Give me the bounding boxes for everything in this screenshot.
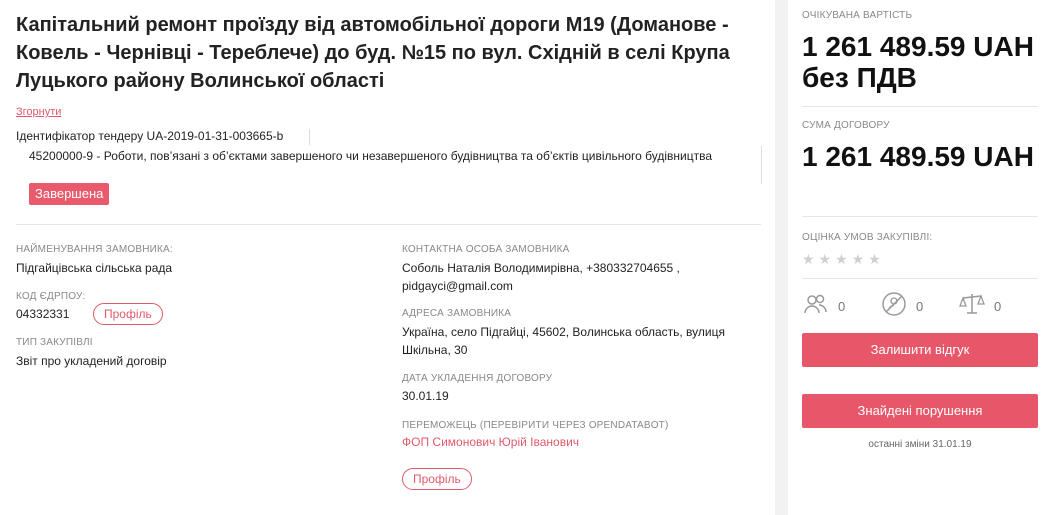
contract-date-value: 30.01.19 bbox=[402, 389, 449, 403]
contact-value: Соболь Наталія Володимирівна, +380332704… bbox=[402, 261, 680, 293]
address-label: АДРЕСА ЗАМОВНИКА bbox=[402, 308, 512, 319]
contract-date-label: ДАТА УКЛАДЕННЯ ДОГОВОРУ bbox=[402, 373, 553, 384]
winner-profile-button[interactable]: Профіль bbox=[402, 468, 472, 490]
collapse-link[interactable]: Згорнути bbox=[16, 106, 61, 118]
rating-stars[interactable]: ★★★★★ bbox=[802, 251, 885, 268]
divider bbox=[802, 106, 1038, 107]
procurement-type-value: Звіт про укладений договір bbox=[16, 354, 167, 368]
divider bbox=[802, 278, 1038, 279]
cpv-classification: 45200000-9 - Роботи, пов’язані з об’єкта… bbox=[29, 149, 713, 163]
divider bbox=[309, 129, 310, 145]
law-stat[interactable]: 0 bbox=[958, 292, 1001, 320]
users-count: 0 bbox=[838, 298, 846, 314]
scales-icon bbox=[958, 291, 986, 322]
rating-label: ОЦІНКА УМОВ ЗАКУПІВЛІ: bbox=[802, 232, 933, 243]
customer-name: Підгайцівська сільська рада bbox=[16, 261, 173, 275]
expected-value-label: ОЧІКУВАНА ВАРТІСТЬ bbox=[802, 10, 913, 21]
last-changes: останні зміни 31.01.19 bbox=[868, 439, 972, 450]
address-value: Україна, село Підгайці, 45602, Волинська… bbox=[402, 325, 725, 357]
violations-stat[interactable]: 0 bbox=[880, 290, 924, 323]
status-badge: Завершена bbox=[29, 183, 110, 205]
summary-sidebar: ОЧІКУВАНА ВАРТІСТЬ 1 261 489.59 UAH без … bbox=[788, 0, 1053, 515]
contract-sum: 1 261 489.59 UAH bbox=[802, 141, 1034, 172]
violations-count: 0 bbox=[916, 298, 924, 314]
law-count: 0 bbox=[994, 298, 1002, 314]
edrpou-label: КОД ЄДРПОУ: bbox=[16, 291, 86, 302]
tender-id: Ідентифікатор тендеру UA-2019-01-31-0036… bbox=[16, 129, 284, 143]
contact-label: КОНТАКТНА ОСОБА ЗАМОВНИКА bbox=[402, 244, 570, 255]
tender-title: Капітальний ремонт проїзду від автомобіл… bbox=[16, 14, 730, 92]
leave-feedback-button[interactable]: Залишити відгук bbox=[802, 333, 1038, 367]
customer-profile-button[interactable]: Профіль bbox=[93, 303, 163, 325]
winner-link[interactable]: ФОП Симонович Юрій Іванович bbox=[402, 435, 579, 449]
divider bbox=[802, 216, 1038, 217]
found-violations-button[interactable]: Знайдені порушення bbox=[802, 394, 1038, 428]
procurement-type-label: ТИП ЗАКУПІВЛІ bbox=[16, 337, 93, 348]
edrpou-value: 04332331 bbox=[16, 307, 70, 321]
no-violation-icon bbox=[880, 290, 908, 323]
users-stat[interactable]: 0 bbox=[802, 292, 845, 320]
users-icon bbox=[802, 292, 830, 321]
section-divider bbox=[16, 224, 761, 225]
customer-label: НАЙМЕНУВАННЯ ЗАМОВНИКА: bbox=[16, 244, 173, 255]
expected-value: 1 261 489.59 UAH без ПДВ bbox=[802, 31, 1034, 93]
contract-sum-label: СУМА ДОГОВОРУ bbox=[802, 120, 890, 131]
winner-label: ПЕРЕМОЖЕЦЬ (ПЕРЕВІРИТИ ЧЕРЕЗ OPENDATABOT… bbox=[402, 420, 669, 431]
tender-main-panel: Капітальний ремонт проїзду від автомобіл… bbox=[0, 0, 775, 515]
divider bbox=[761, 146, 762, 184]
